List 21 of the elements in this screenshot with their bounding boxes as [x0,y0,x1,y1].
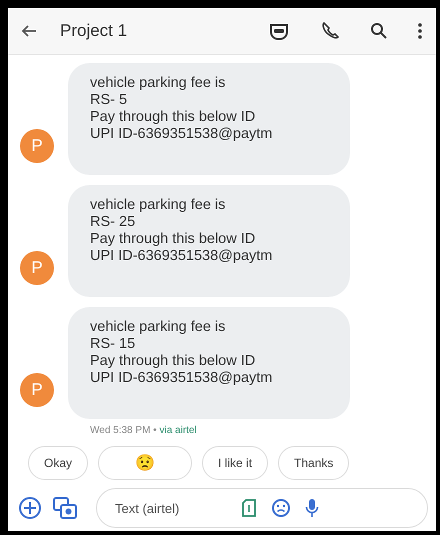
message-bubble: vehicle parking fee is RS- 15 Pay through this below ID UPI ID-6369351538@paytm [68,307,350,419]
suggested-reply-chip[interactable]: Thanks [278,446,350,480]
emoji-icon[interactable] [271,498,291,518]
message-input-field[interactable]: Text (airtel) [113,500,227,516]
search-icon[interactable] [370,22,388,40]
gallery-icon[interactable] [52,496,78,520]
avatar: P [20,373,54,407]
phone-icon[interactable] [320,21,340,41]
carrier-label: via airtel [159,425,197,436]
message-timestamp: Wed 5:38 PM • via airtel [90,425,198,436]
suggested-reply-chip[interactable]: I like it [202,446,268,480]
more-options-icon[interactable] [418,23,422,39]
conversation-title: Project 1 [60,21,128,41]
add-icon[interactable] [18,496,42,520]
microphone-icon[interactable] [305,498,319,518]
avatar: P [20,129,54,163]
message-bubble: vehicle parking fee is RS- 25 Pay through this below ID UPI ID-6369351538@paytm [68,185,350,297]
message-bubble: vehicle parking fee is RS- 5 Pay through this below ID UPI ID-6369351538@paytm [68,63,350,175]
sim-card-icon[interactable] [241,499,257,517]
avatar: P [20,251,54,285]
suggested-reply-chip[interactable]: Okay [28,446,88,480]
